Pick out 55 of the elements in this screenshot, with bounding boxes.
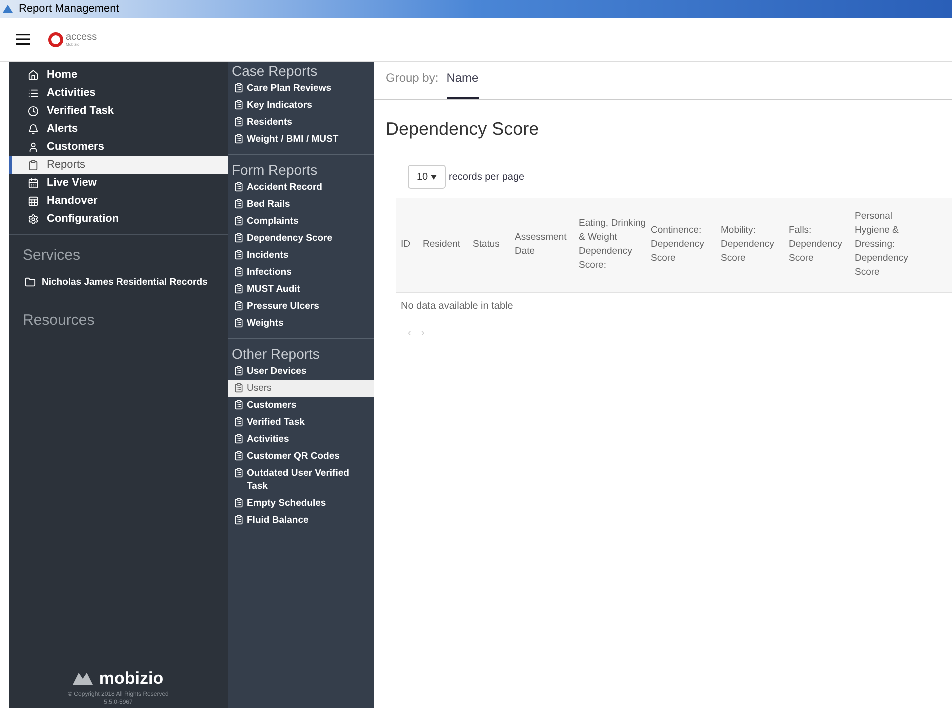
nav-item[interactable]: Customers: [9, 138, 228, 156]
brand-name: mobizio: [99, 668, 164, 690]
nav-item[interactable]: Handover: [9, 192, 228, 210]
nav-item[interactable]: Verified Task: [9, 102, 228, 120]
report-item[interactable]: Customers: [228, 397, 374, 414]
report-item[interactable]: Key Indicators: [228, 97, 374, 114]
report-item[interactable]: Empty Schedules: [228, 495, 374, 512]
report-item[interactable]: Activities: [228, 431, 374, 448]
column-header[interactable]: Personal Hygiene & Dressing: Dependency Score: [855, 210, 921, 280]
column-header[interactable]: Continence: Dependency Score: [651, 224, 717, 266]
nav-item[interactable]: Configuration: [9, 210, 228, 228]
column-header[interactable]: Eating, Drinking & Weight Dependency Score:: [579, 217, 647, 273]
nav-item[interactable]: Activities: [9, 84, 228, 102]
report-item[interactable]: Fluid Balance: [228, 512, 374, 529]
group-heading: Case Reports: [231, 62, 319, 80]
report-item[interactable]: Users: [228, 380, 374, 397]
group-tab[interactable]: Name: [446, 69, 479, 99]
group-heading: Form Reports: [231, 161, 319, 179]
report-item[interactable]: Incidents: [228, 247, 374, 264]
report-item[interactable]: Outdated User Verified Task: [228, 465, 374, 495]
section-heading: Services: [23, 246, 82, 266]
report-item[interactable]: Accident Record: [228, 179, 374, 196]
report-item[interactable]: Complaints: [228, 213, 374, 230]
group-by-label: Group by:: [386, 70, 439, 87]
page-size-select[interactable]: 10: [408, 165, 446, 189]
report-item[interactable]: Customer QR Codes: [228, 448, 374, 465]
report-item[interactable]: Weight / BMI / MUST: [228, 131, 374, 148]
report-item[interactable]: Residents: [228, 114, 374, 131]
report-item[interactable]: Dependency Score: [228, 230, 374, 247]
nav-item[interactable]: Home: [9, 66, 228, 84]
report-item[interactable]: Bed Rails: [228, 196, 374, 213]
column-header[interactable]: Resident: [423, 238, 469, 252]
report-item[interactable]: Pressure Ulcers: [228, 298, 374, 315]
window-title: Report Management: [19, 2, 120, 17]
nav-item[interactable]: Live View: [9, 174, 228, 192]
section-heading: Resources: [23, 310, 96, 331]
column-header[interactable]: Assessment Date: [515, 231, 575, 259]
column-header[interactable]: Mobility: Dependency Score: [721, 224, 785, 266]
page-title: Dependency Score: [386, 118, 540, 141]
service-item[interactable]: Nicholas James Residential Records: [23, 276, 214, 290]
report-item[interactable]: Weights: [228, 315, 374, 332]
report-item[interactable]: Care Plan Reviews: [228, 80, 374, 97]
empty-message: No data available in table: [401, 300, 514, 314]
report-item[interactable]: User Devices: [228, 363, 374, 380]
column-header[interactable]: Falls: Dependency Score: [789, 224, 851, 266]
column-header[interactable]: ID: [401, 238, 419, 252]
group-heading: Other Reports: [231, 345, 321, 363]
column-header[interactable]: Status: [473, 238, 511, 252]
report-item[interactable]: Verified Task: [228, 414, 374, 431]
report-item[interactable]: Infections: [228, 264, 374, 281]
nav-item[interactable]: Alerts: [9, 120, 228, 138]
report-item[interactable]: MUST Audit: [228, 281, 374, 298]
nav-item[interactable]: Reports: [9, 156, 228, 174]
page-size-label: records per page: [449, 170, 525, 184]
logo-text: access: [66, 32, 98, 42]
